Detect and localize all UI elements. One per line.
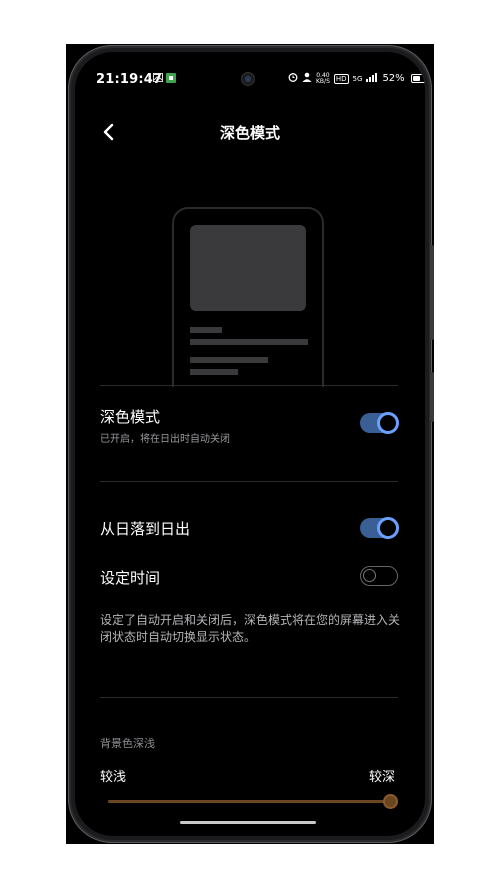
network-speed-unit: KB/S [316,77,330,85]
toggle-knob [363,569,376,582]
slider-max-label: 较深 [369,770,396,785]
preview-text-line [190,369,238,375]
alarm-icon [288,72,298,85]
slider-min-label: 较浅 [100,770,127,785]
status-icons: 0.40 KB/S HD 5G 52% [288,72,425,85]
preview-text-line [190,339,308,345]
volume-button [430,245,434,340]
divider [100,385,398,386]
custom-time-toggle[interactable] [360,566,398,586]
dark-mode-preview-illustration [172,207,324,387]
battery-icon [410,74,425,83]
custom-time-label: 设定时间 [100,569,161,587]
app-notification-icon [166,73,176,86]
battery-fill [412,76,420,81]
battery-percent: 52% [382,73,405,84]
toggle-knob [377,517,399,539]
schedule-note: 设定了自动开启和关闭后，深色模式将在您的屏幕进入关闭状态时自动切换显示状态。 [100,613,401,644]
network-speed: 0.40 KB/S [316,72,330,85]
user-icon [302,72,312,85]
hd-badge: HD [333,73,349,84]
background-depth-slider[interactable] [108,794,398,809]
gallery-notification-icon [153,73,163,85]
dark-mode-toggle[interactable] [360,412,399,434]
slider-fill [108,800,390,803]
network-type-label: 5G [352,74,363,83]
dark-mode-subtitle: 已开启，将在日出时自动关闭 [100,434,230,445]
front-camera [242,73,254,85]
toggle-knob [377,412,399,434]
background-depth-section-label: 背景色深浅 [100,737,155,750]
status-bar: 21:19:47 0.40 KB/S HD 5G 52% [75,52,425,108]
slider-thumb[interactable] [383,794,398,809]
signal-icon [366,72,378,85]
sunset-to-sunrise-toggle[interactable] [360,517,399,539]
preview-text-line [190,357,268,363]
sunset-to-sunrise-label: 从日落到日出 [100,520,191,538]
page-title: 深色模式 [219,124,280,142]
preview-image-placeholder [190,225,306,311]
home-indicator[interactable] [180,821,316,824]
preview-text-line [190,327,222,333]
phone-screen: 21:19:47 0.40 KB/S HD 5G 52% 深色模式 深色模式 已… [75,52,425,836]
divider [100,481,398,482]
divider [100,697,398,698]
dark-mode-title: 深色模式 [100,408,161,426]
power-button [430,372,434,422]
